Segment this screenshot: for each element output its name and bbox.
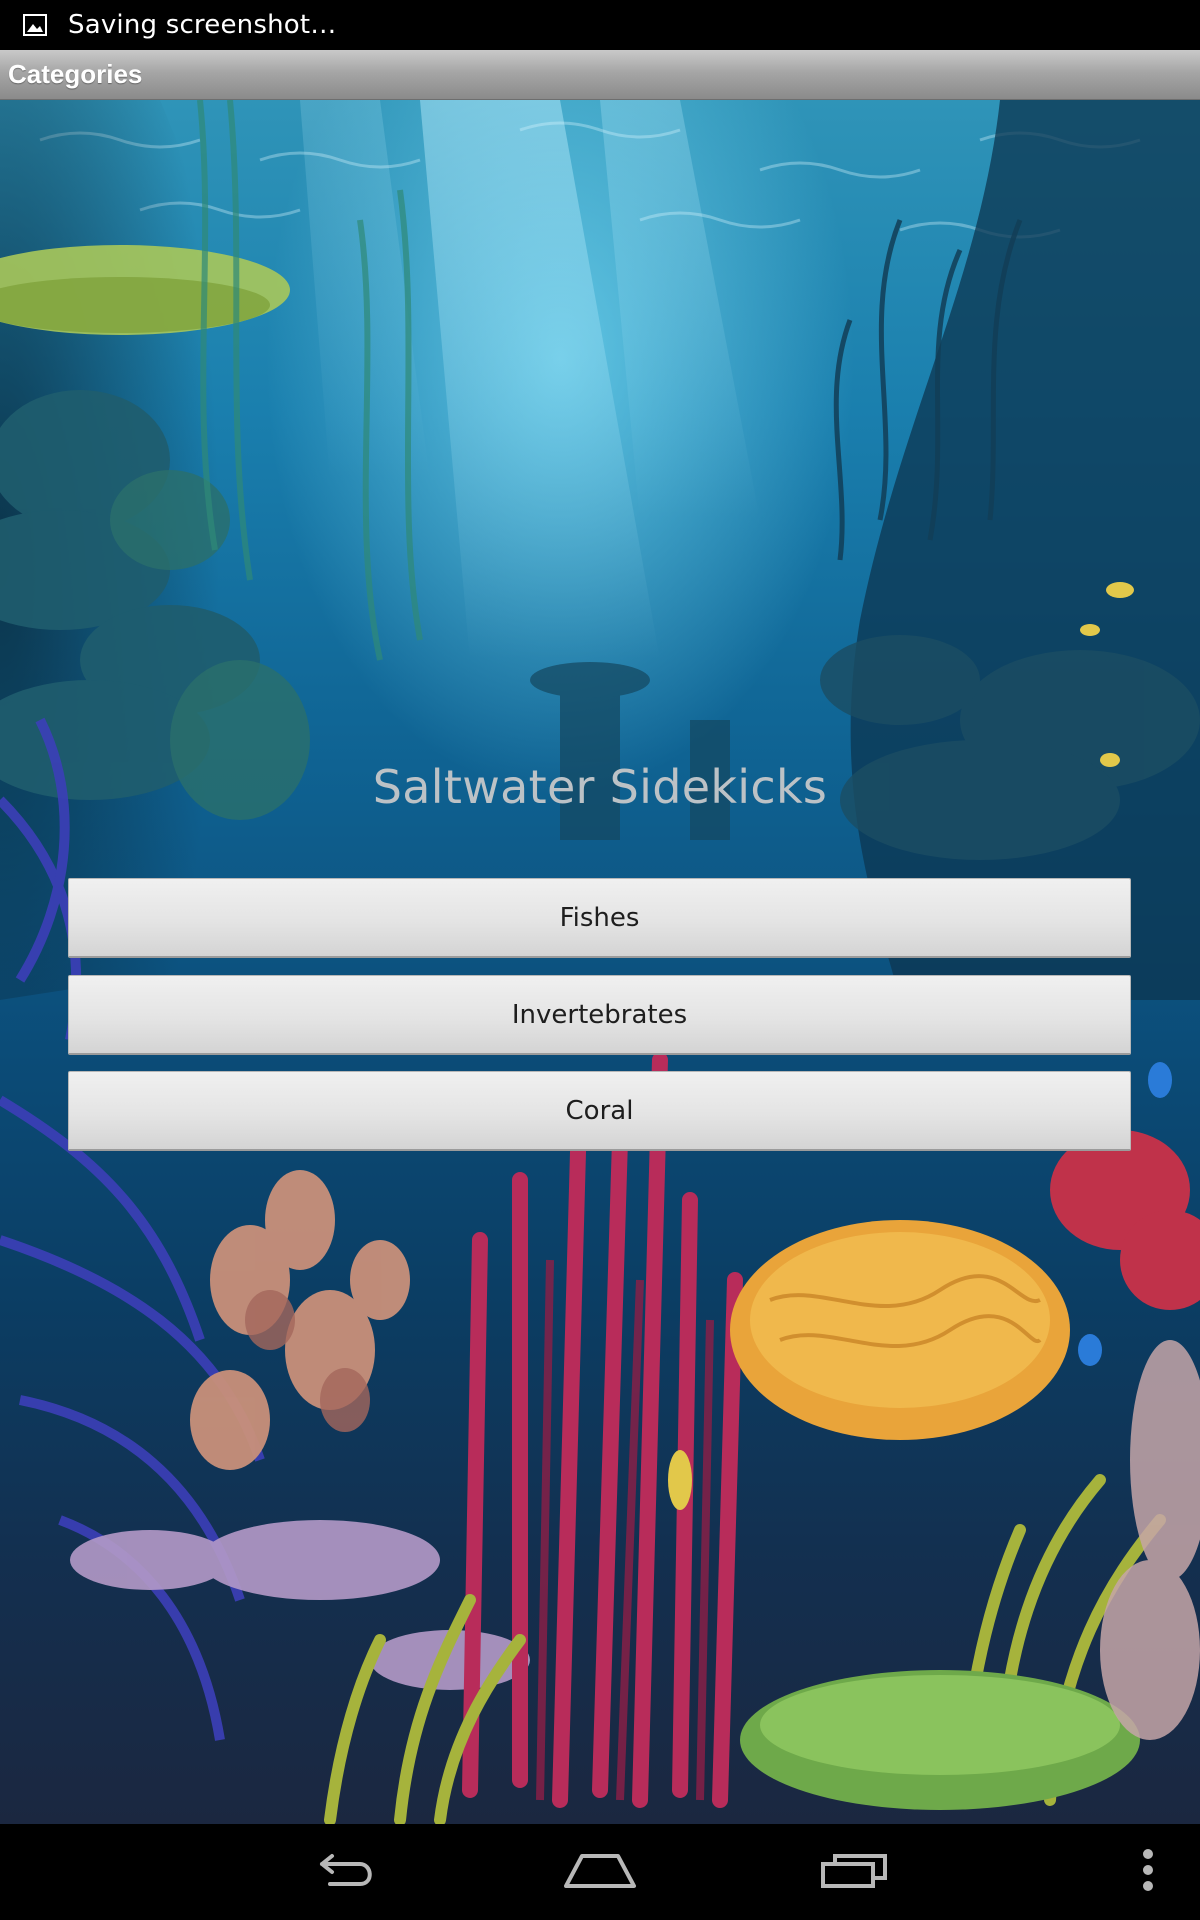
home-button[interactable] <box>545 1824 655 1920</box>
status-bar: Saving screenshot… <box>0 0 1200 50</box>
app-title: Saltwater Sidekicks <box>372 760 828 814</box>
image-icon <box>22 12 48 38</box>
back-button[interactable] <box>290 1824 400 1920</box>
back-icon <box>310 1850 380 1895</box>
fishes-button[interactable]: Fishes <box>68 878 1131 958</box>
invertebrates-button[interactable]: Invertebrates <box>68 975 1131 1055</box>
underwater-background <box>0 100 1200 1824</box>
navigation-bar <box>0 1824 1200 1920</box>
coral-button-label: Coral <box>565 1095 634 1126</box>
fishes-button-label: Fishes <box>559 902 640 933</box>
overflow-menu-icon <box>1141 1848 1155 1897</box>
action-bar-title: Categories <box>8 59 143 89</box>
notification-text: Saving screenshot… <box>68 10 337 40</box>
home-icon <box>562 1850 638 1895</box>
invertebrates-button-label: Invertebrates <box>511 999 688 1030</box>
action-bar: Categories <box>0 50 1200 100</box>
recent-apps-button[interactable] <box>800 1824 910 1920</box>
main-content: Saltwater Sidekicks Fishes Invertebrates… <box>0 100 1200 1824</box>
overflow-menu-button[interactable] <box>1125 1824 1171 1920</box>
coral-button[interactable]: Coral <box>68 1071 1131 1151</box>
recent-apps-icon <box>819 1850 891 1895</box>
